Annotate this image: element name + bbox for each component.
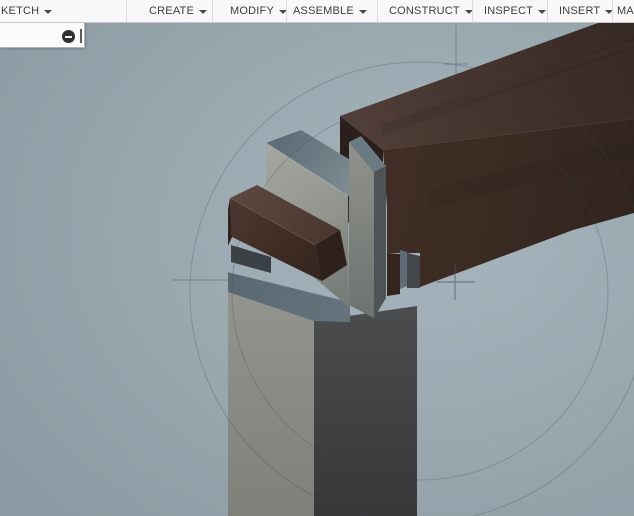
menu-construct[interactable]: CONSTRUCT [389,0,473,22]
menu-toolbar: KETCH CREATE MODIFY ASSEMBLE CONSTRUCT I… [0,0,634,23]
menu-insert[interactable]: INSERT [559,0,614,22]
menu-make-label: MA [617,5,634,17]
menu-sketch-label: KETCH [1,5,40,17]
menu-sketch[interactable]: KETCH [1,0,53,22]
toolbar-separator [212,0,213,22]
expression-input[interactable] [0,22,85,48]
chevron-down-icon [44,9,53,14]
chevron-down-icon [538,9,547,14]
chevron-down-icon [199,9,208,14]
post-light-face[interactable] [228,292,314,516]
menu-create[interactable]: CREATE [149,0,208,22]
menu-make[interactable]: MA [617,0,634,22]
tenon-prong[interactable] [349,136,386,318]
menu-insert-label: INSERT [559,5,601,17]
toolbar-separator [472,0,473,22]
tenon-side-face[interactable] [374,166,386,318]
toolbar-separator [286,0,287,22]
menu-inspect[interactable]: INSPECT [484,0,547,22]
toolbar-separator [126,0,127,22]
shoulder-sliver [400,250,407,289]
menu-assemble[interactable]: ASSEMBLE [293,0,367,22]
menu-create-label: CREATE [149,5,195,17]
menu-assemble-label: ASSEMBLE [293,5,354,17]
toolbar-separator [547,0,548,22]
text-cursor [80,29,82,43]
menu-modify[interactable]: MODIFY [230,0,287,22]
circle-minus-icon[interactable] [62,30,75,43]
menu-inspect-label: INSPECT [484,5,534,17]
menu-modify-label: MODIFY [230,5,274,17]
toolbar-separator [612,0,613,22]
post-dark-face[interactable] [314,306,417,516]
chevron-down-icon [358,9,367,14]
menu-construct-label: CONSTRUCT [389,5,460,17]
toolbar-separator [377,0,378,22]
tenon-front-face[interactable] [349,142,374,318]
model-viewport[interactable] [0,22,634,516]
beam-tenon-strip [387,253,400,296]
post-edge-sliver [407,253,420,288]
